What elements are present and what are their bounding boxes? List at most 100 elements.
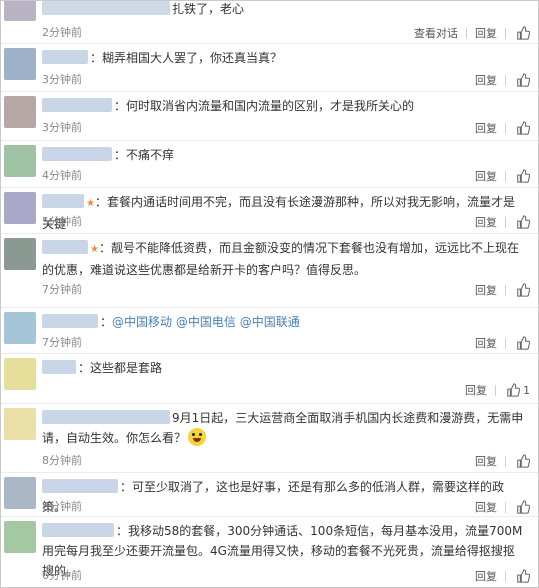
thumbs-up-icon[interactable] xyxy=(516,500,530,514)
divider xyxy=(505,27,506,39)
reply-link[interactable]: 回复 xyxy=(475,168,497,184)
reply-link[interactable]: 回复 xyxy=(475,120,497,136)
comment-actions: 查看对话 回复 xyxy=(414,25,530,41)
username-blurred[interactable] xyxy=(42,240,88,254)
comment-body: ：套餐内通话时间用不完，而且没有长途漫游那种，所以对我无影响，流量才是关键 xyxy=(42,195,515,231)
timestamp: 6分钟前 xyxy=(42,569,82,582)
divider xyxy=(495,384,496,396)
avatar[interactable] xyxy=(4,48,36,80)
comment-actions: 回复 xyxy=(475,72,530,88)
thumbs-up-icon[interactable] xyxy=(516,26,530,40)
comment-actions: 回复 xyxy=(475,453,530,469)
divider xyxy=(505,337,506,349)
comment-actions: 回复 1 xyxy=(465,382,530,398)
username-blurred[interactable] xyxy=(42,314,98,328)
reply-link[interactable]: 回复 xyxy=(475,453,497,469)
divider xyxy=(505,455,506,467)
timestamp: 3分钟前 xyxy=(42,73,82,86)
comment-text: 9月1日起，三大运营商全面取消手机国内长途费和漫游费，无需申请，自动生效。你怎么… xyxy=(42,408,526,448)
reply-link[interactable]: 回复 xyxy=(475,499,497,515)
avatar[interactable] xyxy=(4,145,36,177)
divider xyxy=(505,284,506,296)
thumbs-up-icon[interactable] xyxy=(516,569,530,583)
reply-link[interactable]: 回复 xyxy=(475,72,497,88)
username-blurred[interactable] xyxy=(42,98,112,112)
avatar[interactable] xyxy=(4,96,36,128)
comment-text: ：这些都是套路 xyxy=(42,358,526,378)
comment-item: ：我移动58的套餐，300分钟通话、100条短信，每月基本没用，流量700M用完… xyxy=(1,517,538,587)
timestamp: 8分钟前 xyxy=(42,500,82,513)
thumbs-up-icon[interactable] xyxy=(516,215,530,229)
avatar[interactable] xyxy=(4,238,36,270)
avatar[interactable] xyxy=(4,192,36,224)
divider xyxy=(505,570,506,582)
comment-actions: 回复 xyxy=(475,335,530,351)
mention-link[interactable]: @中国移动 xyxy=(112,315,172,329)
star-badge-icon: ★ xyxy=(86,198,95,209)
comment-text: ★：套餐内通话时间用不完，而且没有长途漫游那种，所以对我无影响，流量才是关键 xyxy=(42,192,526,234)
view-conversation-link[interactable]: 查看对话 xyxy=(414,25,458,41)
avatar[interactable] xyxy=(4,477,36,509)
comment-body: ：何时取消省内流量和国内流量的区别，才是我所关心的 xyxy=(114,99,415,113)
avatar[interactable] xyxy=(4,358,36,390)
thumbs-up-icon[interactable] xyxy=(506,383,520,397)
username-blurred[interactable] xyxy=(42,410,170,424)
avatar[interactable] xyxy=(4,521,36,553)
comment-item: ：@中国移动 @中国电信 @中国联通 7分钟前 回复 xyxy=(1,308,538,354)
avatar[interactable] xyxy=(4,408,36,440)
divider xyxy=(505,122,506,134)
comment-item: ：糊弄相国大人罢了，你还真当真？ 3分钟前 回复 xyxy=(1,44,538,92)
username-blurred[interactable] xyxy=(42,147,112,161)
thumbs-up-icon[interactable] xyxy=(516,283,530,297)
comment-text: ：不痛不痒 xyxy=(42,145,526,165)
username-blurred[interactable] xyxy=(42,1,170,15)
comment-text: ★：靓号不能降低资费，而且金额没变的情况下套餐也没有增加，远远比不上现在的优惠，… xyxy=(42,238,526,280)
divider xyxy=(505,501,506,513)
comment-item: ：不痛不痒 4分钟前 回复 xyxy=(1,141,538,188)
comment-body: ：我移动58的套餐，300分钟通话、100条短信，每月基本没用，流量700M用完… xyxy=(42,524,523,578)
comment-actions: 回复 xyxy=(475,168,530,184)
star-badge-icon: ★ xyxy=(90,244,99,255)
thumbs-up-icon[interactable] xyxy=(516,121,530,135)
thumbs-up-icon[interactable] xyxy=(516,454,530,468)
avatar[interactable] xyxy=(4,312,36,344)
comment-item: ★：套餐内通话时间用不完，而且没有长途漫游那种，所以对我无影响，流量才是关键 5… xyxy=(1,188,538,234)
comment-item: ：这些都是套路 回复 1 xyxy=(1,354,538,404)
comment-actions: 回复 xyxy=(475,120,530,136)
timestamp: 4分钟前 xyxy=(42,169,82,182)
username-blurred[interactable] xyxy=(42,194,84,208)
avatar[interactable] xyxy=(4,1,36,21)
reply-link[interactable]: 回复 xyxy=(475,568,497,584)
divider xyxy=(505,74,506,86)
mention-link[interactable]: @中国联通 xyxy=(240,315,300,329)
comment-text: ：@中国移动 @中国电信 @中国联通 xyxy=(42,312,526,332)
comment-body: ：这些都是套路 xyxy=(78,361,163,375)
username-blurred[interactable] xyxy=(42,360,76,374)
comment-item: ：可至少取消了，这也是好事，还是有那么多的低消人群，需要这样的政策。 8分钟前 … xyxy=(1,473,538,517)
reply-link[interactable]: 回复 xyxy=(475,282,497,298)
divider xyxy=(466,27,467,39)
thumbs-up-icon[interactable] xyxy=(516,169,530,183)
thumbs-up-icon[interactable] xyxy=(516,336,530,350)
comment-item: ★：靓号不能降低资费，而且金额没变的情况下套餐也没有增加，远远比不上现在的优惠，… xyxy=(1,234,538,308)
username-blurred[interactable] xyxy=(42,479,118,493)
reply-link[interactable]: 回复 xyxy=(475,25,497,41)
timestamp: 7分钟前 xyxy=(42,336,82,349)
comment-actions: 回复 xyxy=(475,568,530,584)
reply-link[interactable]: 回复 xyxy=(465,382,487,398)
timestamp: 7分钟前 xyxy=(42,283,82,296)
comment-item: 9月1日起，三大运营商全面取消手机国内长途费和漫游费，无需申请，自动生效。你怎么… xyxy=(1,404,538,473)
reply-link[interactable]: 回复 xyxy=(475,335,497,351)
username-blurred[interactable] xyxy=(42,523,114,537)
comment-text: 扎铁了，老心 xyxy=(42,1,526,19)
comment-body: ：靓号不能降低资费，而且金额没变的情况下套餐也没有增加，远远比不上现在的优惠，难… xyxy=(42,241,519,277)
comment-body: ：不痛不痒 xyxy=(114,148,175,162)
timestamp: 8分钟前 xyxy=(42,454,82,467)
comment-text: ：我移动58的套餐，300分钟通话、100条短信，每月基本没用，流量700M用完… xyxy=(42,521,526,581)
thumbs-up-icon[interactable] xyxy=(516,73,530,87)
username-blurred[interactable] xyxy=(42,50,88,64)
timestamp: 2分钟前 xyxy=(42,26,82,39)
reply-link[interactable]: 回复 xyxy=(475,214,497,230)
comment-body: ：糊弄相国大人罢了，你还真当真？ xyxy=(90,51,283,65)
mention-link[interactable]: @中国电信 xyxy=(176,315,236,329)
